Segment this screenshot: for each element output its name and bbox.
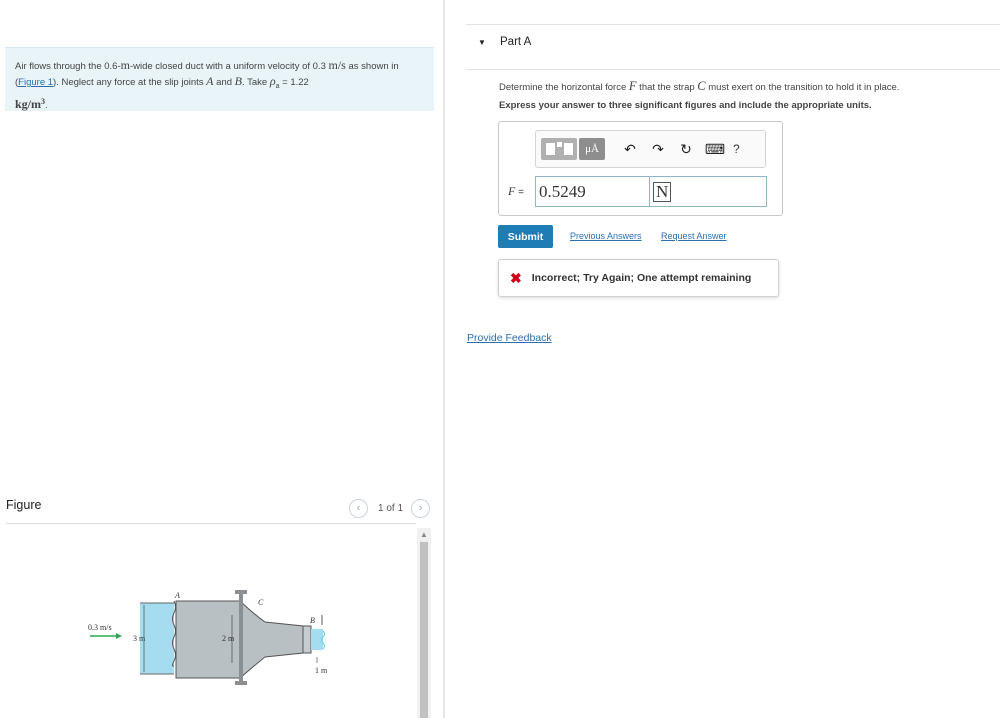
help-button[interactable]: ? (733, 142, 740, 156)
label-velocity: 0.3 m/s (88, 623, 112, 632)
feedback-message: ✖ Incorrect; Try Again; One attempt rema… (498, 259, 779, 297)
answer-variable: F = (508, 184, 524, 198)
strap-c (239, 593, 243, 682)
answer-box: μÅ ↶ ↷ ↻ ⌨ ? F = 0.5249 N (498, 121, 783, 216)
previous-answers-link[interactable]: Previous Answers (570, 231, 642, 241)
question-text: Determine the horizontal force F that th… (499, 79, 900, 93)
figure-counter: 1 of 1 (378, 502, 404, 514)
error-x-icon: ✖ (510, 269, 522, 286)
panel-divider (443, 0, 445, 718)
part-a-header[interactable]: ▼ Part A (478, 36, 531, 48)
answer-unit-input[interactable]: N (650, 176, 767, 207)
figure-divider (6, 523, 416, 524)
request-answer-link[interactable]: Request Answer (661, 231, 727, 241)
outlet-pipe (302, 625, 312, 654)
templates-button[interactable] (541, 138, 577, 160)
chevron-right-icon: › (418, 502, 423, 514)
template-icon (545, 143, 555, 155)
figure-prev-button[interactable]: ‹ (349, 498, 368, 518)
figure-scrollbar[interactable]: ▲ (417, 528, 431, 718)
label-h-outlet: 1 m (315, 666, 328, 675)
feedback-text: Incorrect; Try Again; One attempt remain… (531, 272, 752, 284)
part-divider (466, 69, 1000, 70)
label-h-inlet: 3 m (133, 634, 146, 643)
provide-feedback-link[interactable]: Provide Feedback (467, 332, 552, 344)
top-divider (466, 24, 1000, 25)
problem-statement: Air flows through the 0.6-m-wide closed … (5, 47, 434, 111)
units-button[interactable]: μÅ (579, 138, 605, 160)
answer-row: F = 0.5249 N (508, 176, 767, 207)
redo-icon[interactable]: ↷ (647, 138, 669, 160)
label-strap-c: C (258, 598, 264, 607)
submit-button[interactable]: Submit (498, 225, 553, 248)
unit-value: N (653, 181, 672, 202)
keyboard-icon[interactable]: ⌨ (705, 138, 725, 160)
chevron-left-icon: ‹ (356, 502, 361, 514)
figure-title: Figure (6, 498, 42, 512)
label-joint-a: A (174, 591, 180, 600)
figure-link[interactable]: Figure 1 (18, 77, 53, 88)
figure-pagination: ‹ 1 of 1 › (349, 498, 431, 518)
answer-value-input[interactable]: 0.5249 (535, 176, 650, 207)
caret-down-icon: ▼ (478, 37, 486, 47)
scrollbar-thumb[interactable] (420, 542, 428, 718)
figure-next-button[interactable]: › (411, 498, 431, 518)
undo-icon[interactable]: ↶ (619, 138, 641, 160)
label-joint-b: B (310, 616, 315, 625)
part-label: Part A (500, 36, 532, 48)
label-h-mid: 2 m (222, 634, 235, 643)
answer-instruction: Express your answer to three significant… (499, 100, 872, 111)
scroll-up-icon[interactable]: ▲ (420, 530, 428, 540)
duct-figure: 0.3 m/s 3 m 2 m 1 m A C B (88, 590, 328, 685)
math-toolbar: μÅ ↶ ↷ ↻ ⌨ ? (535, 130, 766, 168)
reset-icon[interactable]: ↻ (675, 138, 697, 160)
